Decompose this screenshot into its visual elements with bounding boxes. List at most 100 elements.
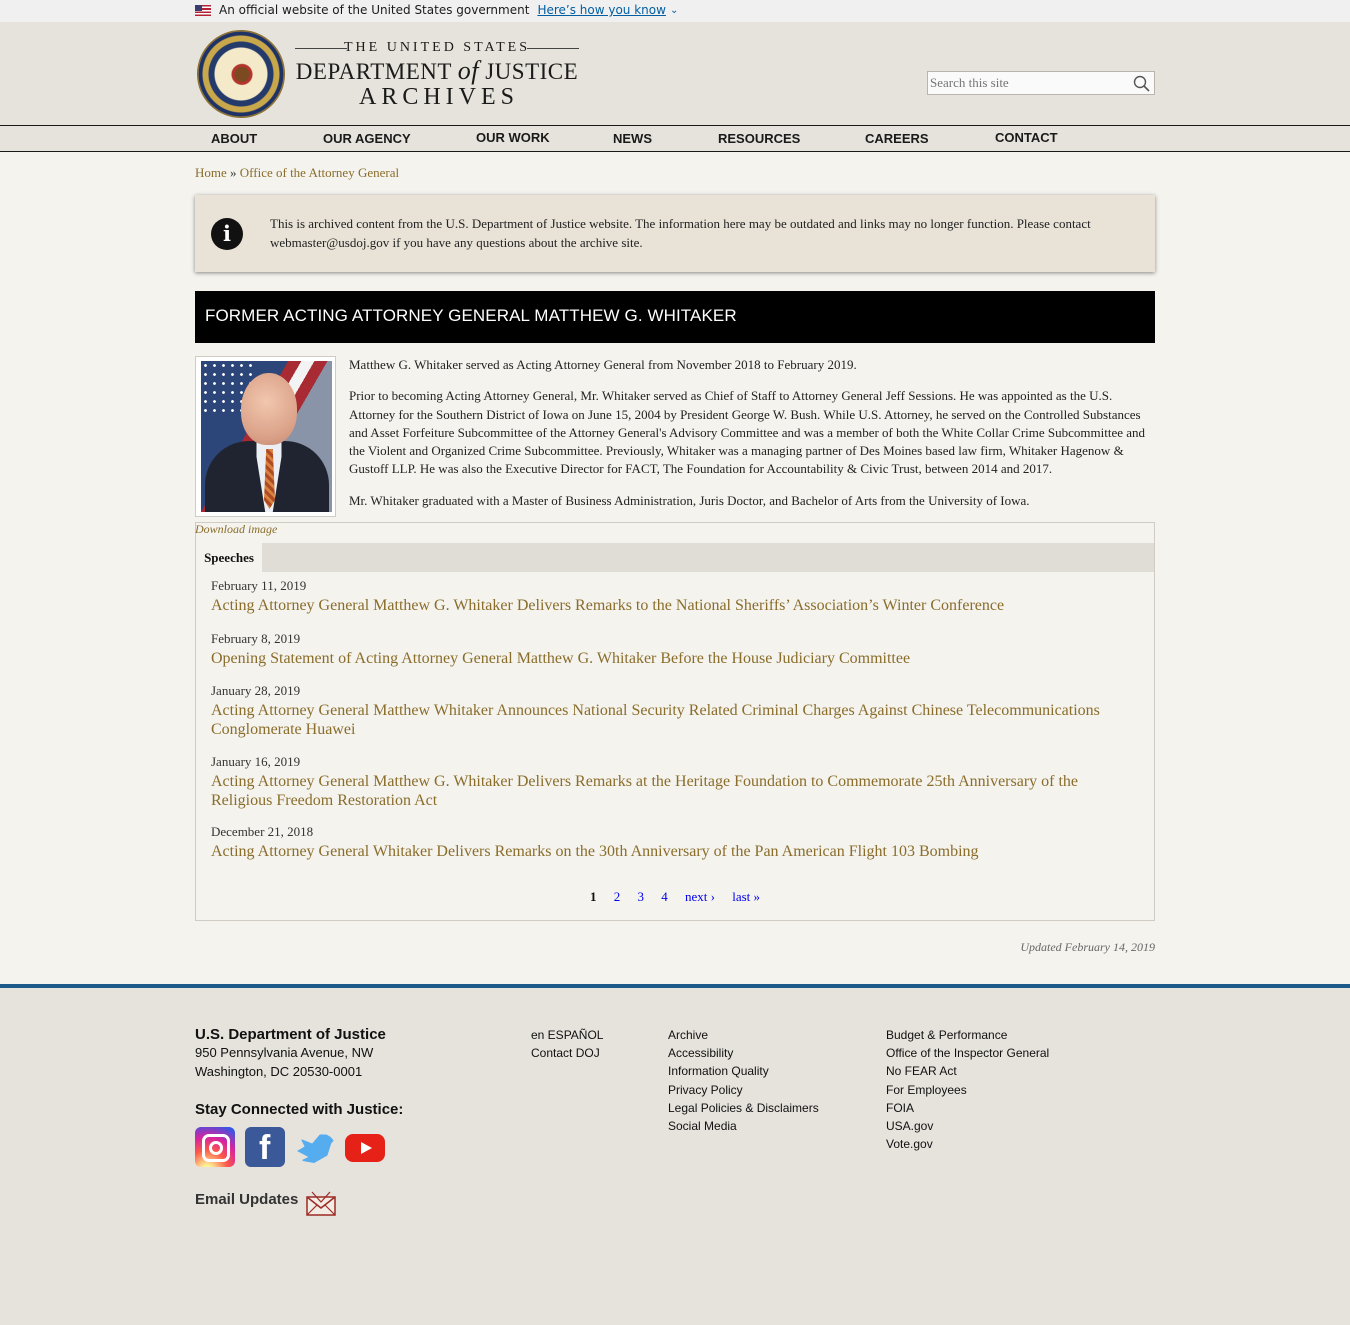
wordmark-of: of (457, 56, 479, 85)
doj-archives-wordmark[interactable]: THE UNITED STATES DEPARTMENT of JUSTICE … (295, 40, 579, 110)
speech-link[interactable]: Acting Attorney General Whitaker Deliver… (211, 843, 1141, 862)
nav-our-work[interactable]: OUR WORK (476, 130, 550, 145)
nav-careers[interactable]: CAREERS (865, 131, 929, 146)
speech-date: January 28, 2019 (211, 683, 301, 698)
main-nav: ABOUT OUR AGENCY OUR WORK NEWS RESOURCES… (0, 125, 1350, 152)
gov-banner: An official website of the United States… (0, 0, 1350, 22)
wordmark-archives: ARCHIVES (359, 84, 520, 110)
speech-item: January 28, 2019 Acting Attorney General… (211, 683, 1141, 739)
speeches-panel: Speeches February 11, 2019 Acting Attorn… (195, 522, 1155, 921)
speech-date: February 11, 2019 (211, 578, 307, 593)
footer-address: U.S. Department of Justice 950 Pennsylva… (195, 1026, 386, 1081)
footer-column-1: en ESPAÑOL Contact DOJ (531, 1026, 603, 1062)
pager: 1 2 3 4 next › last » (196, 889, 1154, 905)
footer-link[interactable]: Budget & Performance (886, 1028, 1007, 1042)
facebook-icon[interactable] (245, 1127, 285, 1168)
us-flag-icon (195, 4, 211, 16)
footer-link[interactable]: Contact DOJ (531, 1046, 600, 1060)
speech-date: February 8, 2019 (211, 631, 301, 646)
speech-item: February 8, 2019 Opening Statement of Ac… (211, 631, 1141, 669)
footer-link[interactable]: For Employees (886, 1083, 967, 1097)
footer-column-3: Budget & Performance Office of the Inspe… (886, 1026, 1049, 1153)
envelope-icon[interactable] (306, 1190, 336, 1218)
gov-banner-text: An official website of the United States… (219, 3, 530, 17)
footer-address-line: Washington, DC 20530-0001 (195, 1063, 363, 1079)
site-footer: U.S. Department of Justice 950 Pennsylva… (0, 984, 1350, 1325)
speech-date: December 21, 2018 (211, 824, 314, 839)
speech-link[interactable]: Opening Statement of Acting Attorney Gen… (211, 650, 1141, 669)
wordmark-justice: JUSTICE (485, 59, 579, 84)
breadcrumb-home[interactable]: Home (195, 165, 227, 180)
twitter-icon[interactable] (295, 1127, 335, 1167)
email-updates-link[interactable]: Email Updates (195, 1191, 298, 1208)
site-header: THE UNITED STATES DEPARTMENT of JUSTICE … (0, 22, 1350, 125)
breadcrumb-separator: » (230, 165, 237, 180)
speech-link[interactable]: Acting Attorney General Matthew G. Whita… (211, 597, 1141, 616)
heres-how-you-know-link[interactable]: Here’s how you know (537, 3, 666, 17)
page-title-bar: FORMER ACTING ATTORNEY GENERAL MATTHEW G… (195, 291, 1155, 343)
instagram-icon[interactable] (195, 1127, 235, 1167)
stay-connected-heading: Stay Connected with Justice: (195, 1101, 404, 1118)
footer-link[interactable]: Social Media (668, 1119, 737, 1133)
wordmark-department: DEPARTMENT (295, 59, 452, 84)
pager-last[interactable]: last » (732, 889, 760, 904)
footer-link[interactable]: No FEAR Act (886, 1064, 957, 1078)
archive-notice: i This is archived content from the U.S.… (195, 195, 1155, 272)
search-button[interactable] (1130, 74, 1152, 92)
pager-page[interactable]: 3 (637, 889, 644, 904)
search-icon (1133, 75, 1150, 92)
speech-link[interactable]: Acting Attorney General Matthew G. Whita… (211, 773, 1141, 810)
footer-link[interactable]: FOIA (886, 1101, 914, 1115)
search-input[interactable] (930, 74, 1126, 92)
bio-paragraph: Matthew G. Whitaker served as Acting Att… (349, 357, 857, 372)
breadcrumb-current[interactable]: Office of the Attorney General (240, 165, 399, 180)
bio-paragraph: Prior to becoming Acting Attorney Genera… (349, 388, 1146, 477)
footer-org-name: U.S. Department of Justice (195, 1026, 386, 1043)
nav-contact[interactable]: CONTACT (995, 130, 1058, 145)
pager-next[interactable]: next › (685, 889, 715, 904)
speech-link[interactable]: Acting Attorney General Matthew Whitaker… (211, 702, 1141, 739)
wordmark-line1: THE UNITED STATES (295, 40, 579, 56)
pager-page[interactable]: 4 (661, 889, 668, 904)
footer-link[interactable]: Accessibility (668, 1046, 733, 1060)
chevron-down-icon[interactable]: ⌄ (670, 5, 678, 16)
footer-link[interactable]: Information Quality (668, 1064, 769, 1078)
doj-seal-logo[interactable] (197, 30, 285, 118)
footer-address-line: 950 Pennsylvania Avenue, NW (195, 1045, 374, 1061)
page-title: FORMER ACTING ATTORNEY GENERAL MATTHEW G… (205, 306, 737, 325)
pager-page[interactable]: 2 (614, 889, 621, 904)
youtube-icon[interactable] (345, 1134, 385, 1162)
footer-link[interactable]: Legal Policies & Disclaimers (668, 1101, 819, 1115)
speech-item: January 16, 2019 Acting Attorney General… (211, 754, 1141, 810)
archive-notice-text: This is archived content from the U.S. D… (270, 216, 1091, 250)
nav-news[interactable]: NEWS (613, 131, 652, 146)
portrait-frame (195, 356, 336, 517)
footer-link[interactable]: Office of the Inspector General (886, 1046, 1049, 1060)
speech-item: December 21, 2018 Acting Attorney Genera… (211, 824, 1141, 862)
updated-date: Updated February 14, 2019 (1020, 940, 1155, 954)
speech-item: February 11, 2019 Acting Attorney Genera… (211, 578, 1141, 616)
footer-column-2: Archive Accessibility Information Qualit… (668, 1026, 819, 1135)
biography: Matthew G. Whitaker served as Acting Att… (349, 356, 1149, 523)
portrait-image (201, 361, 332, 512)
footer-link[interactable]: en ESPAÑOL (531, 1028, 603, 1042)
portrait-head (241, 373, 297, 445)
tab-speeches[interactable]: Speeches (196, 543, 262, 573)
eagle-icon (228, 59, 256, 87)
download-image-link[interactable]: Download image (195, 522, 277, 537)
tab-bar: Speeches (196, 543, 1154, 573)
nav-about[interactable]: ABOUT (211, 131, 257, 146)
breadcrumb: Home » Office of the Attorney General (195, 165, 399, 181)
site-search (927, 71, 1155, 95)
footer-link[interactable]: Archive (668, 1028, 708, 1042)
wordmark-line2: DEPARTMENT of JUSTICE (295, 56, 579, 86)
pager-current: 1 (589, 889, 597, 904)
footer-link[interactable]: Vote.gov (886, 1137, 933, 1151)
footer-link[interactable]: Privacy Policy (668, 1083, 743, 1097)
speech-date: January 16, 2019 (211, 754, 301, 769)
bio-paragraph: Mr. Whitaker graduated with a Master of … (349, 492, 1030, 508)
nav-resources[interactable]: RESOURCES (718, 131, 800, 146)
footer-link[interactable]: USA.gov (886, 1119, 933, 1133)
main-content: Home » Office of the Attorney General i … (0, 152, 1350, 984)
nav-our-agency[interactable]: OUR AGENCY (323, 131, 411, 146)
